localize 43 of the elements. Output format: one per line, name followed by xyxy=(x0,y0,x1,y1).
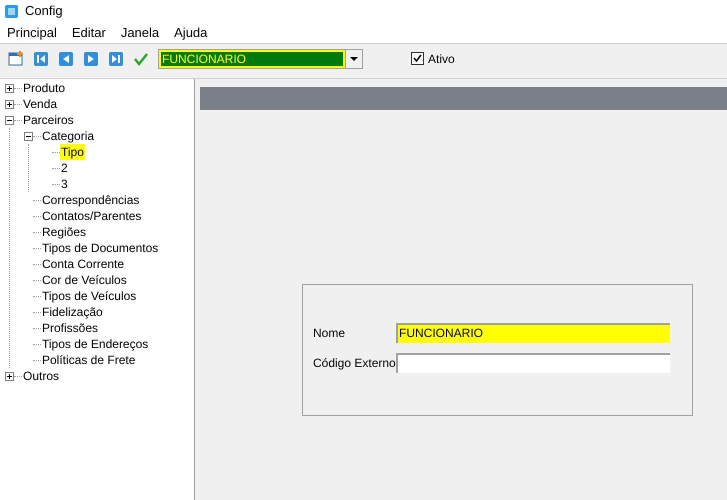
tree-item[interactable]: Fidelização xyxy=(41,304,104,320)
tree-item[interactable]: 2 xyxy=(60,160,69,176)
checkmark-icon[interactable] xyxy=(133,50,149,66)
tree-item[interactable]: Tipo xyxy=(60,144,85,160)
tree-item[interactable]: Conta Corrente xyxy=(41,256,126,272)
menu-item[interactable]: Principal xyxy=(7,22,57,42)
field-label: Nome xyxy=(313,325,346,342)
app-icon xyxy=(5,4,19,18)
tree-item[interactable]: Parceiros xyxy=(22,112,75,128)
menu-item[interactable]: Editar xyxy=(72,22,106,42)
tree-item[interactable]: Correspondências xyxy=(41,192,140,208)
tree-item[interactable]: 3 xyxy=(60,176,69,192)
tree-item[interactable]: Tipos de Veículos xyxy=(41,288,138,304)
record-dropdown[interactable]: FUNCIONARIO xyxy=(158,48,363,68)
expand-toggle[interactable] xyxy=(5,372,14,380)
tree-item[interactable]: Tipos de Endereços xyxy=(41,336,150,352)
tree-item[interactable]: Tipos de Documentos xyxy=(41,240,160,256)
tree-item[interactable]: Venda xyxy=(22,96,58,112)
active-checkbox[interactable] xyxy=(411,52,424,65)
collapse-toggle[interactable] xyxy=(5,116,14,124)
tree-item[interactable]: Políticas de Frete xyxy=(41,352,136,368)
previous-record-icon[interactable] xyxy=(58,50,74,66)
tree-item[interactable]: Contatos/Parentes xyxy=(41,208,142,224)
next-record-icon[interactable] xyxy=(83,50,99,66)
menu-item[interactable]: Ajuda xyxy=(174,22,208,42)
tree-item[interactable]: Profissões xyxy=(41,320,100,336)
text-field[interactable] xyxy=(396,353,670,373)
field-label: Código Externo xyxy=(313,355,396,372)
tree-item[interactable]: Categoria xyxy=(41,128,96,144)
tree-item[interactable]: Outros xyxy=(22,368,60,384)
tree-item[interactable]: Cor de Veículos xyxy=(41,272,128,288)
tree-item[interactable]: Regiões xyxy=(41,224,88,240)
first-record-icon[interactable] xyxy=(33,50,49,66)
window-title: Config xyxy=(25,2,63,20)
menu-item[interactable]: Janela xyxy=(120,22,160,42)
expand-toggle[interactable] xyxy=(5,100,14,108)
text-field[interactable]: FUNCIONARIO xyxy=(396,323,670,343)
collapse-toggle[interactable] xyxy=(24,132,33,140)
expand-toggle[interactable] xyxy=(5,84,14,92)
checkbox-label: Ativo xyxy=(428,50,455,68)
new-record-icon[interactable] xyxy=(8,50,24,66)
last-record-icon[interactable] xyxy=(108,50,124,66)
tree-item[interactable]: Produto xyxy=(22,80,66,96)
